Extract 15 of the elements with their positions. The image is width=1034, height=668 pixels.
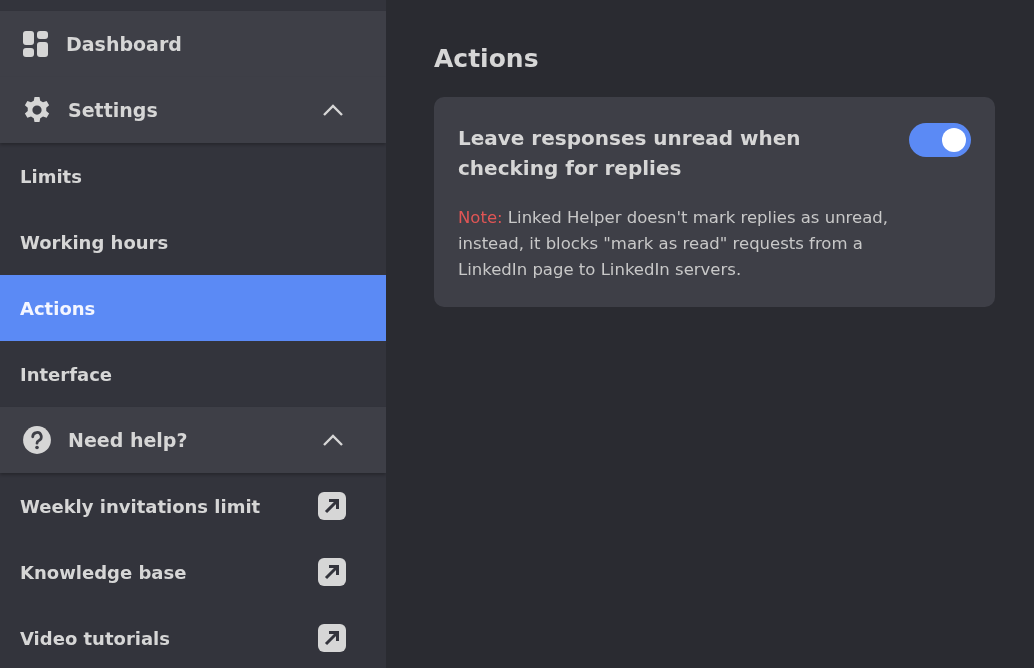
settings-icon [22, 95, 52, 125]
external-link-icon [318, 492, 346, 520]
setting-label: Leave responses unread when checking for replies [458, 125, 802, 182]
chevron-up-icon [322, 434, 344, 446]
chevron-up-icon [322, 104, 344, 116]
setting-note: Note: Linked Helper doesn't mark replies as unread, instead, it blocks "mark as read" requests from a LinkedIn page to LinkedIn servers. [458, 207, 889, 281]
page-title: Actions [434, 44, 540, 73]
toggle-switch[interactable] [909, 123, 971, 157]
external-link-icon [318, 558, 346, 586]
nav-group-header[interactable]: Settings [0, 77, 386, 143]
help-icon [22, 425, 52, 455]
nav-item[interactable]: Dashboard [0, 11, 386, 77]
nav-group-header[interactable]: Need help? [0, 407, 386, 473]
external-link-icon [318, 624, 346, 652]
dashboard-icon [22, 30, 50, 58]
